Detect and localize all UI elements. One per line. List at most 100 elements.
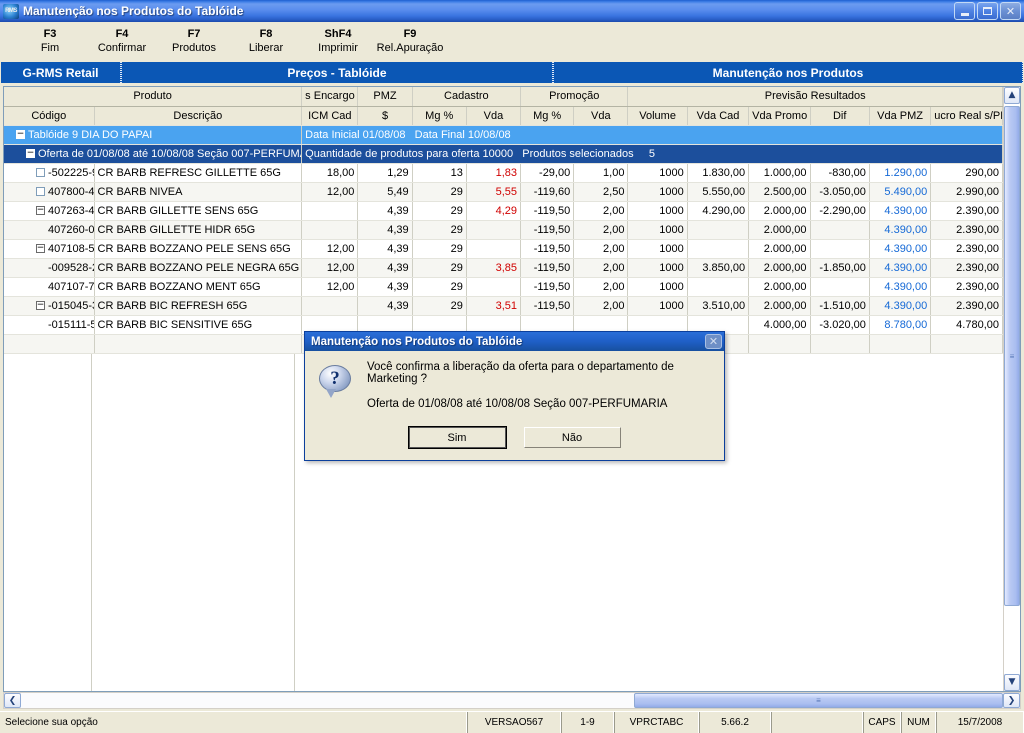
- dialog-titlebar: Manutenção nos Produtos do Tablóide ✕: [305, 332, 724, 351]
- table-row[interactable]: -502225-9 CR BARB REFRESC GILLETTE 65G 1…: [4, 163, 1003, 183]
- row-codigo-cell[interactable]: 407260-0: [4, 220, 95, 240]
- row-codigo-cell[interactable]: -502225-9: [4, 163, 95, 183]
- col-vda-promo[interactable]: Vda Promo: [748, 106, 811, 126]
- row-codigo: -009528-2: [48, 261, 95, 274]
- dialog-message-primary: Você confirma a liberação da oferta para…: [367, 361, 674, 385]
- col-dif[interactable]: Dif: [810, 106, 870, 126]
- group-header-produto[interactable]: Produto: [4, 87, 303, 107]
- row-lucro: 2.390,00: [930, 201, 1003, 221]
- row-vda-promo: 2.000,00: [748, 201, 811, 221]
- fkey-f4[interactable]: F4 Confirmar: [86, 28, 158, 56]
- table-row[interactable]: 407800-4 CR BARB NIVEA 12,00 5,49 29 5,5…: [4, 182, 1003, 202]
- fkey-shf4-label: Imprimir: [318, 42, 358, 54]
- group-header-previsao-resultados[interactable]: Previsão Resultados: [627, 87, 1003, 107]
- tabloide-collapse-icon[interactable]: −: [16, 130, 25, 139]
- group-header-pmz[interactable]: PMZ: [357, 87, 413, 107]
- grid-horizontal-scrollbar[interactable]: ❮ ≡ ❯: [3, 692, 1021, 709]
- col-lucro-real-pmz[interactable]: ucro Real s/PM: [930, 106, 1003, 126]
- col-promocao-mg[interactable]: Mg %: [520, 106, 575, 126]
- tab-bar: G-RMS Retail Preços - Tablóide Manutençã…: [1, 62, 1023, 83]
- row-descricao: CR BARB BIC REFRESH 65G: [94, 296, 303, 316]
- col-cadastro-vda[interactable]: Vda: [466, 106, 522, 126]
- row-dif: [810, 220, 870, 240]
- empty-cell: [810, 334, 870, 354]
- col-volume[interactable]: Volume: [627, 106, 688, 126]
- table-row[interactable]: − 407263-4 CR BARB GILLETTE SENS 65G 4,3…: [4, 201, 1003, 221]
- row-codigo-cell[interactable]: -009528-2: [4, 258, 95, 278]
- row-codigo-cell[interactable]: -015111-5: [4, 315, 95, 335]
- table-row[interactable]: 407260-0 CR BARB GILLETTE HIDR 65G 4,39 …: [4, 220, 1003, 240]
- col-descricao[interactable]: Descrição: [94, 106, 303, 126]
- empty-cell: [94, 334, 303, 354]
- scroll-up-button[interactable]: ▲: [1004, 87, 1020, 104]
- row-checkbox[interactable]: [36, 187, 45, 196]
- col-vda-pmz[interactable]: Vda PMZ: [869, 106, 932, 126]
- dialog-yes-button[interactable]: Sim: [407, 426, 507, 449]
- row-icm-cad: [301, 220, 359, 240]
- row-lucro: 2.390,00: [930, 239, 1003, 259]
- group-header-encargos[interactable]: s Encargo: [301, 87, 359, 107]
- row-checkbox[interactable]: [36, 168, 45, 177]
- oferta-collapse-icon[interactable]: −: [26, 149, 35, 158]
- row-cad-vda: [466, 277, 522, 297]
- grid-vertical-scrollbar[interactable]: ▲ ≡ ▼: [1003, 87, 1020, 691]
- tab-manutencao-nos-produtos[interactable]: Manutenção nos Produtos: [553, 62, 1023, 83]
- row-codigo-cell[interactable]: 407800-4: [4, 182, 95, 202]
- minimize-button[interactable]: [954, 2, 975, 20]
- row-promo-vda: 2,00: [573, 296, 629, 316]
- row-dif: -1.850,00: [810, 258, 870, 278]
- row-collapse-icon[interactable]: −: [36, 301, 45, 310]
- row-codigo: -015111-5: [48, 318, 95, 331]
- empty-cell: [4, 334, 95, 354]
- col-pmz-valor[interactable]: $: [357, 106, 413, 126]
- table-row[interactable]: − -015045-3 CR BARB BIC REFRESH 65G 4,39…: [4, 296, 1003, 316]
- oferta-group-row[interactable]: − Oferta de 01/08/08 até 10/08/08 Seção …: [4, 144, 1003, 164]
- tabloide-title-cell[interactable]: − Tablóide 9 DIA DO PAPAI: [4, 125, 303, 145]
- group-header-promocao[interactable]: Promoção: [520, 87, 629, 107]
- row-lucro: 2.990,00: [930, 182, 1003, 202]
- vscroll-thumb[interactable]: ≡: [1004, 106, 1020, 606]
- row-codigo-cell[interactable]: − 407108-5: [4, 239, 95, 259]
- tab-precos-tabloide[interactable]: Preços - Tablóide: [121, 62, 553, 83]
- tabloide-group-row[interactable]: − Tablóide 9 DIA DO PAPAI Data Inicial 0…: [4, 125, 1003, 145]
- vscroll-track[interactable]: ≡: [1004, 104, 1020, 674]
- hscroll-thumb[interactable]: ≡: [634, 693, 1003, 708]
- row-descricao: CR BARB GILLETTE SENS 65G: [94, 201, 303, 221]
- col-cadastro-mg[interactable]: Mg %: [412, 106, 467, 126]
- oferta-title-cell[interactable]: − Oferta de 01/08/08 até 10/08/08 Seção …: [4, 144, 303, 164]
- table-column-header-row: Código Descrição ICM Cad $ Mg % Vda Mg %…: [4, 106, 1003, 126]
- table-row[interactable]: 407107-7 CR BARB BOZZANO MENT 65G 12,00 …: [4, 277, 1003, 297]
- table-row[interactable]: -009528-2 CR BARB BOZZANO PELE NEGRA 65G…: [4, 258, 1003, 278]
- group-header-cadastro[interactable]: Cadastro: [412, 87, 522, 107]
- fkey-f7[interactable]: F7 Produtos: [158, 28, 230, 56]
- close-button[interactable]: ✕: [1000, 2, 1021, 20]
- dialog-title: Manutenção nos Produtos do Tablóide: [311, 335, 523, 348]
- scroll-left-button[interactable]: ❮: [4, 693, 21, 708]
- maximize-button[interactable]: [977, 2, 998, 20]
- fkey-f3[interactable]: F3 Fim: [14, 28, 86, 56]
- table-row[interactable]: − 407108-5 CR BARB BOZZANO PELE SENS 65G…: [4, 239, 1003, 259]
- hscroll-track[interactable]: ≡: [21, 693, 1003, 708]
- row-collapse-icon[interactable]: −: [36, 206, 45, 215]
- fkey-f8[interactable]: F8 Liberar: [230, 28, 302, 56]
- tabloide-data-final: 10/08/08: [467, 128, 511, 141]
- scroll-down-button[interactable]: ▼: [1004, 674, 1020, 691]
- row-collapse-icon[interactable]: −: [36, 244, 45, 253]
- col-codigo[interactable]: Código: [4, 106, 95, 126]
- scroll-right-button[interactable]: ❯: [1003, 693, 1020, 708]
- fkey-f9[interactable]: F9 Rel.Apuração: [374, 28, 446, 56]
- col-vda-cad[interactable]: Vda Cad: [687, 106, 750, 126]
- col-icm-cad[interactable]: ICM Cad: [301, 106, 359, 126]
- col-promocao-vda[interactable]: Vda: [573, 106, 629, 126]
- row-codigo-cell[interactable]: 407107-7: [4, 277, 95, 297]
- scroll-grip-icon: ≡: [1009, 351, 1015, 361]
- table-group-header-row: Produto s Encargo PMZ Cadastro Promoção …: [4, 87, 1003, 107]
- fkey-shf4[interactable]: ShF4 Imprimir: [302, 28, 374, 56]
- dialog-no-button[interactable]: Não: [523, 427, 621, 448]
- row-vda-pmz: 4.390,00: [869, 258, 932, 278]
- row-codigo-cell[interactable]: − 407263-4: [4, 201, 95, 221]
- dialog-close-button[interactable]: ✕: [705, 334, 722, 349]
- row-codigo-cell[interactable]: − -015045-3: [4, 296, 95, 316]
- tab-grms-retail[interactable]: G-RMS Retail: [1, 62, 121, 83]
- row-lucro: 2.390,00: [930, 220, 1003, 240]
